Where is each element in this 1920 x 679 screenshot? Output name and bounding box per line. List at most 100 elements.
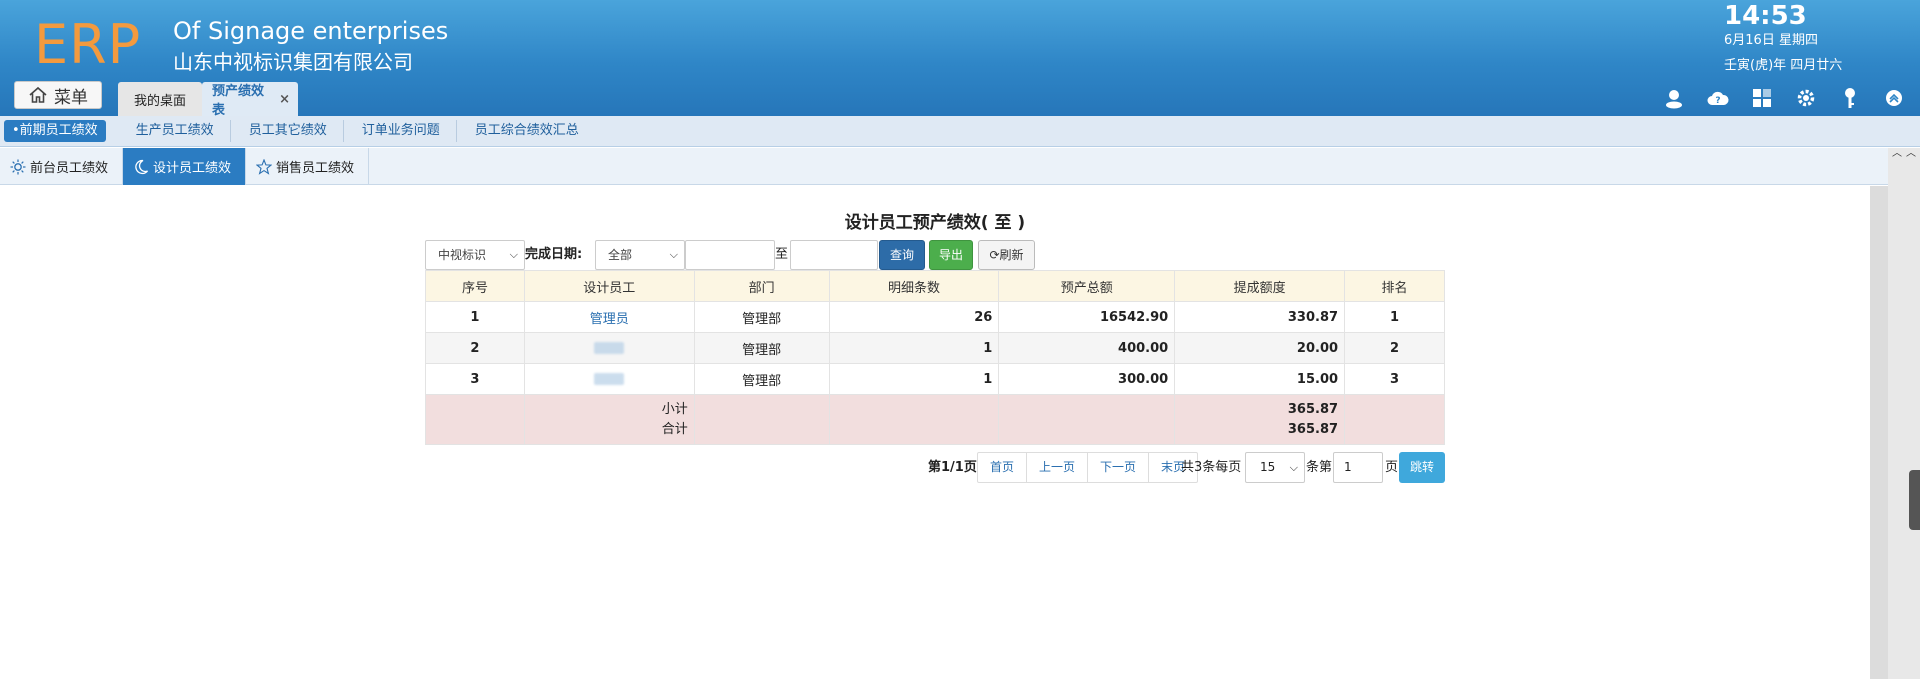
jump-prefix: 条第 <box>1306 460 1333 475</box>
column-header: 设计员工 <box>523 270 695 302</box>
filter-bar: 中视标识 ⌵ 完成日期: 全部 ⌵ 至 查询 导出 ⟳刷新 <box>425 240 1445 270</box>
cloud-help-icon[interactable]: ? <box>1706 86 1730 110</box>
tab-label: 预产绩效表 <box>212 84 265 118</box>
clock-date: 6月16日 星期四 <box>1724 33 1818 48</box>
tab-my-desktop[interactable]: 我的桌面 <box>118 82 202 116</box>
subtab-label: 前台员工绩效 <box>30 161 109 176</box>
first-page-link[interactable]: 首页 <box>978 453 1028 482</box>
end-date-input[interactable] <box>790 240 878 270</box>
subtab-design[interactable]: 设计员工绩效 <box>123 148 247 185</box>
subtab-label: 销售员工绩效 <box>276 161 355 176</box>
company-select[interactable]: 中视标识 ⌵ <box>425 240 525 270</box>
report-title: 设计员工预产绩效( 至 ) <box>844 213 1026 233</box>
export-button[interactable]: 导出 <box>929 240 973 270</box>
cell-dept: 管理部 <box>693 301 830 333</box>
nav-other-staff-performance[interactable]: 员工其它绩效 <box>233 120 344 142</box>
scroll-up-icon[interactable]: ︿ <box>1890 148 1904 160</box>
tab-label: 我的桌面 <box>133 93 186 109</box>
content-scrollbar[interactable] <box>1870 186 1888 679</box>
column-header: 提成额度 <box>1174 270 1346 302</box>
employee-link[interactable]: 管理员 <box>590 312 629 327</box>
cell-employee <box>523 363 695 395</box>
page-size-select[interactable]: 15 ⌵ <box>1245 452 1305 483</box>
nav-production-staff-performance[interactable]: 生产员工绩效 <box>120 120 231 142</box>
svg-text:?: ? <box>1715 96 1720 106</box>
toolbar-icons: ? <box>1662 86 1906 110</box>
date-label: 完成日期: <box>525 247 583 262</box>
sub-tabs: 前台员工绩效 设计员工绩效 销售员工绩效 <box>0 148 1888 185</box>
chevron-down-icon: ⌵ <box>669 248 678 261</box>
menu-label: 菜单 <box>54 87 88 108</box>
cell-no: 3 <box>425 363 525 395</box>
prev-page-link[interactable]: 上一页 <box>1027 453 1089 482</box>
star-icon <box>255 157 273 175</box>
cell-count: 1 <box>828 363 1000 395</box>
close-icon[interactable]: × <box>279 92 290 107</box>
performance-table: 序号 设计员工 部门 明细条数 预产总额 提成额度 排名 1 管理员 管理部 2… <box>425 270 1445 445</box>
employee-link-redacted[interactable] <box>594 373 625 385</box>
gear-icon[interactable] <box>1794 86 1818 110</box>
subtab-label: 设计员工绩效 <box>153 161 232 176</box>
user-icon[interactable] <box>1662 86 1686 110</box>
company-title-cn: 山东中视标识集团有限公司 <box>173 50 413 74</box>
cell-rank: 2 <box>1344 332 1445 364</box>
cell-commission: 330.87 <box>1174 301 1346 333</box>
nav-staff-performance-summary[interactable]: 员工综合绩效汇总 <box>459 120 595 142</box>
jump-button[interactable]: 跳转 <box>1399 452 1445 483</box>
cell-count: 26 <box>828 301 1000 333</box>
summary-commission: 365.87 365.87 <box>1174 394 1346 445</box>
sun-icon <box>10 159 26 175</box>
column-header: 部门 <box>693 270 830 302</box>
subtab-sales[interactable]: 销售员工绩效 <box>246 148 370 185</box>
cell-commission: 15.00 <box>1174 363 1346 395</box>
refresh-label: 刷新 <box>999 248 1024 262</box>
summary-cell <box>828 394 1000 445</box>
moon-icon <box>133 159 149 175</box>
collapse-icon[interactable] <box>1882 86 1906 110</box>
column-header: 排名 <box>1344 270 1445 302</box>
clock-time: 14:53 <box>1724 1 1807 31</box>
menu-button[interactable]: 菜单 <box>14 81 102 109</box>
nav-early-staff-performance[interactable]: •前期员工绩效 <box>4 120 106 142</box>
column-header: 预产总额 <box>998 270 1176 302</box>
start-date-input[interactable] <box>685 240 775 270</box>
column-header: 序号 <box>425 270 525 302</box>
page-links: 首页 上一页 下一页 末页 <box>977 452 1199 483</box>
query-button[interactable]: 查询 <box>879 240 925 270</box>
cell-count: 1 <box>828 332 1000 364</box>
key-icon[interactable] <box>1838 86 1862 110</box>
cell-total: 300.00 <box>998 363 1176 395</box>
subtab-front-desk[interactable]: 前台员工绩效 <box>0 148 124 185</box>
next-page-link[interactable]: 下一页 <box>1088 453 1150 482</box>
table-row: 1 管理员 管理部 26 16542.90 330.87 1 <box>425 301 1445 333</box>
erp-logo: ERP <box>34 13 142 76</box>
scroll-up-alt-icon[interactable]: ︿ <box>1904 148 1918 160</box>
apps-icon[interactable] <box>1750 86 1774 110</box>
tab-preproduction-performance[interactable]: 预产绩效表 × <box>202 82 298 118</box>
scrollbar-thumb[interactable] <box>1870 186 1888 679</box>
total-label: 合计 <box>661 421 688 437</box>
cell-total: 16542.90 <box>998 301 1176 333</box>
company-title-en: Of Signage enterprises <box>173 17 449 45</box>
employee-link-redacted[interactable] <box>594 342 625 354</box>
clock-lunar-date: 壬寅(虎)年 四月廿六 <box>1724 58 1843 73</box>
side-panel-handle[interactable] <box>1909 470 1920 530</box>
cell-commission: 20.00 <box>1174 332 1346 364</box>
app-header: ERP Of Signage enterprises 山东中视标识集团有限公司 … <box>0 0 1920 118</box>
date-scope-select[interactable]: 全部 ⌵ <box>595 240 685 270</box>
table-row: 3 管理部 1 300.00 15.00 3 <box>425 363 1445 395</box>
summary-row: 小计 合计 365.87 365.87 <box>425 394 1445 445</box>
outer-scrollbar[interactable]: ︿ ︿ <box>1888 148 1920 679</box>
cell-employee: 管理员 <box>523 301 695 333</box>
cell-rank: 3 <box>1344 363 1445 395</box>
refresh-icon: ⟳ <box>989 248 1000 262</box>
nav-order-business-issues[interactable]: 订单业务问题 <box>346 120 457 142</box>
table-row: 2 管理部 1 400.00 20.00 2 <box>425 332 1445 364</box>
page-suffix: 页 <box>1385 460 1399 475</box>
total-commission: 365.87 <box>1287 421 1339 437</box>
pagination: 第1/1页 首页 上一页 下一页 末页 共3条每页 15 ⌵ 条第 1 页 跳转 <box>425 452 1445 483</box>
page-number-input[interactable]: 1 <box>1333 452 1383 483</box>
refresh-button[interactable]: ⟳刷新 <box>978 240 1035 270</box>
summary-cell <box>425 394 525 445</box>
cell-total: 400.00 <box>998 332 1176 364</box>
